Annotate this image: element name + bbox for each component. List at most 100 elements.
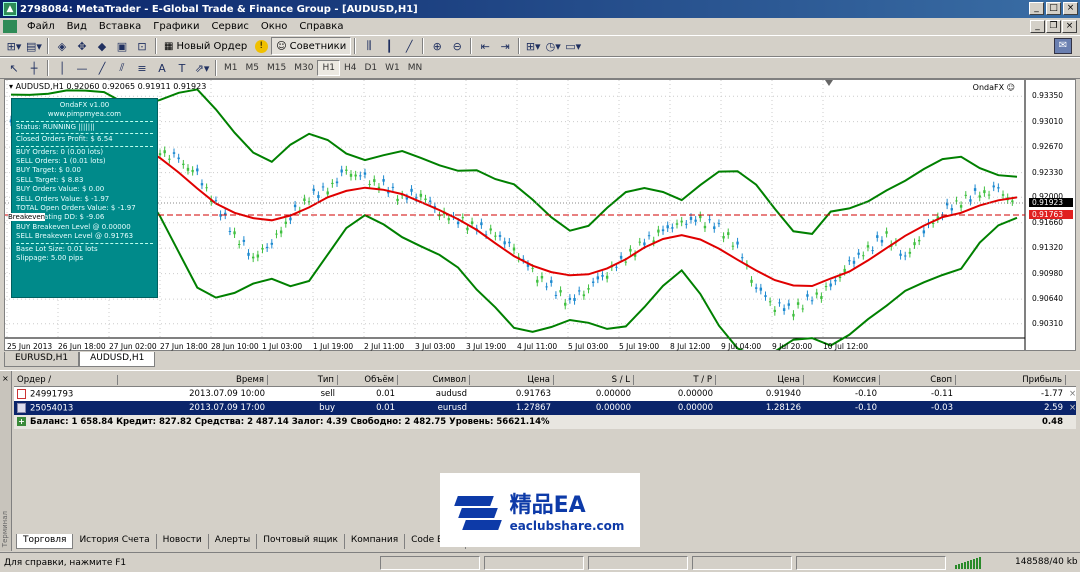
cursor-icon[interactable]: ↖	[5, 59, 23, 77]
candle-body	[391, 186, 395, 188]
col-current-price[interactable]: Цена	[716, 374, 804, 385]
strategy-tester-icon[interactable]: ⊡	[133, 37, 151, 55]
col-price[interactable]: Цена	[470, 374, 554, 385]
col-sl[interactable]: S / L	[554, 374, 634, 385]
timeframe-w1[interactable]: W1	[381, 60, 404, 76]
menu-tools[interactable]: Сервис	[205, 21, 254, 32]
tab-alerts[interactable]: Алерты	[209, 534, 258, 549]
close-order-icon[interactable]: ×	[1066, 403, 1076, 413]
timeframe-m1[interactable]: M1	[220, 60, 242, 76]
periods-icon[interactable]: ◷▾	[544, 37, 562, 55]
sell-order-icon	[17, 388, 26, 399]
close-order-icon[interactable]: ×	[1066, 389, 1076, 399]
candlestick-icon[interactable]: ┃	[380, 37, 398, 55]
child-minimize-button[interactable]: _	[1030, 20, 1045, 33]
child-restore-button[interactable]: ❐	[1046, 20, 1061, 33]
candle-body	[177, 157, 180, 160]
timeframe-mn[interactable]: MN	[404, 60, 427, 76]
zoom-in-icon[interactable]: ⊕	[428, 37, 446, 55]
menu-file[interactable]: Файл	[21, 21, 61, 32]
menu-window[interactable]: Окно	[255, 21, 294, 32]
table-row[interactable]: 24991793 2013.07.09 10:00 sell 0.01 audu…	[14, 387, 1076, 401]
candle-body	[279, 230, 283, 234]
timeframe-m30[interactable]: M30	[290, 60, 317, 76]
auto-scroll-icon[interactable]: ⇤	[476, 37, 494, 55]
bar-chart-icon[interactable]: ⫼	[360, 37, 378, 55]
horizontal-line-icon[interactable]: —	[73, 59, 91, 77]
label-icon[interactable]: T	[173, 59, 191, 77]
col-swap[interactable]: Своп	[880, 374, 956, 385]
child-close-button[interactable]: ×	[1062, 20, 1077, 33]
chat-icon[interactable]: ✉	[1054, 38, 1072, 54]
chart-shift-icon[interactable]: ⇥	[496, 37, 514, 55]
zoom-out-icon[interactable]: ⊖	[448, 37, 466, 55]
candle-body	[675, 223, 679, 225]
col-order[interactable]: Ордер /	[14, 374, 118, 385]
timeframe-h4[interactable]: H4	[340, 60, 361, 76]
terminal-icon[interactable]: ▣	[113, 37, 131, 55]
profiles-icon[interactable]: ▤▾	[25, 37, 43, 55]
col-profit[interactable]: Прибыль	[956, 374, 1066, 385]
menu-help[interactable]: Справка	[293, 21, 349, 32]
indicators-icon[interactable]: ⊞▾	[524, 37, 542, 55]
chart-shift-marker[interactable]	[825, 80, 833, 86]
crosshair-icon[interactable]: ┼	[25, 59, 43, 77]
tab-trade[interactable]: Торговля	[16, 534, 74, 549]
maximize-button[interactable]: □	[1046, 2, 1061, 15]
new-order-button[interactable]: ▦ Новый Ордер	[160, 37, 251, 55]
chart-tab-audusd[interactable]: AUDUSD,H1	[79, 352, 156, 367]
menu-insert[interactable]: Вставка	[93, 21, 147, 32]
col-commission[interactable]: Комиссия	[804, 374, 880, 385]
vertical-line-icon[interactable]: │	[53, 59, 71, 77]
smiley-icon: ☺	[1006, 83, 1015, 92]
menu-charts[interactable]: Графики	[147, 21, 205, 32]
candle-body	[736, 241, 739, 245]
timeframe-d1[interactable]: D1	[360, 60, 381, 76]
candle-body	[820, 296, 823, 300]
chart-window[interactable]: ▾ AUDUSD,H1 0.92060 0.92065 0.91911 0.91…	[4, 79, 1076, 351]
candle-body	[419, 193, 423, 197]
close-button[interactable]: ×	[1063, 2, 1078, 15]
col-volume[interactable]: Объём	[338, 374, 398, 385]
chart-window-icon[interactable]	[3, 20, 17, 33]
minimize-button[interactable]: _	[1029, 2, 1044, 15]
price-chart[interactable]	[5, 80, 1075, 350]
timeframe-m5[interactable]: M5	[242, 60, 264, 76]
line-chart-icon[interactable]: ╱	[400, 37, 418, 55]
candle-body	[559, 290, 562, 293]
text-icon[interactable]: A	[153, 59, 171, 77]
chart-tab-eurusd[interactable]: EURUSD,H1	[4, 352, 80, 367]
time-tick-label: 9 Jul 04:00	[721, 342, 762, 351]
table-row[interactable]: 25054013 2013.07.09 17:00 buy 0.01 eurus…	[14, 401, 1076, 415]
timeframe-h1[interactable]: H1	[317, 60, 340, 76]
time-tick-label: 5 Jul 03:00	[568, 342, 609, 351]
bollinger-upper-band	[10, 88, 1018, 235]
arrows-icon[interactable]: ⇗▾	[193, 59, 211, 77]
price-tick-label: 0.90640	[1032, 294, 1064, 304]
candle-body	[857, 252, 860, 255]
col-time[interactable]: Время	[118, 374, 268, 385]
metaeditor-icon[interactable]: !	[252, 37, 270, 55]
tab-account-history[interactable]: История Счета	[73, 534, 157, 549]
col-symbol[interactable]: Символ	[398, 374, 470, 385]
templates-icon[interactable]: ▭▾	[564, 37, 582, 55]
navigator-icon[interactable]: ✥	[73, 37, 91, 55]
tab-news[interactable]: Новости	[157, 534, 209, 549]
terminal-close-icon[interactable]: ×	[2, 374, 9, 383]
channel-icon[interactable]: ⫽	[113, 59, 131, 77]
col-tp[interactable]: T / P	[634, 374, 716, 385]
experts-button[interactable]: ☺ Советники	[271, 37, 352, 55]
candle-body	[829, 283, 832, 287]
tab-mailbox[interactable]: Почтовый ящик	[257, 534, 345, 549]
timeframe-m15[interactable]: M15	[263, 60, 290, 76]
col-type[interactable]: Тип	[268, 374, 338, 385]
candle-body	[158, 153, 162, 156]
time-tick-label: 9 Jul 20:00	[772, 342, 813, 351]
new-chart-icon[interactable]: ⊞▾	[5, 37, 23, 55]
data-window-icon[interactable]: ◆	[93, 37, 111, 55]
market-watch-icon[interactable]: ◈	[53, 37, 71, 55]
tab-company[interactable]: Компания	[345, 534, 406, 549]
menu-view[interactable]: Вид	[61, 21, 93, 32]
trendline-icon[interactable]: ╱	[93, 59, 111, 77]
fibonacci-icon[interactable]: ≡	[133, 59, 151, 77]
